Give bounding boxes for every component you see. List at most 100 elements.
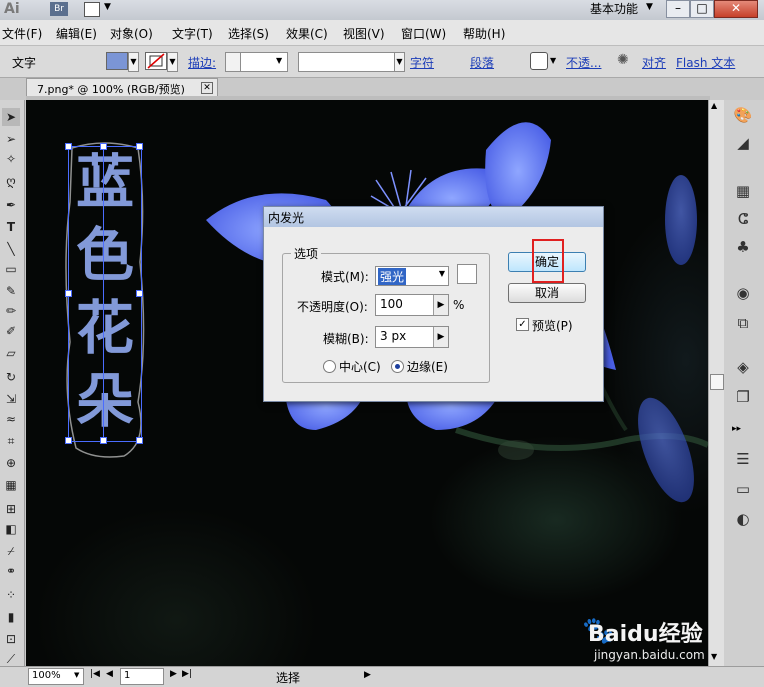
font-family-dropdown[interactable]: ▼ [394, 52, 405, 72]
transparency-panel-icon[interactable]: ◐ [730, 508, 756, 530]
pencil-tool-icon[interactable]: ✏ [2, 302, 20, 320]
color-guide-icon[interactable]: ◢ [730, 132, 756, 154]
stroke-link[interactable]: 描边: [188, 54, 216, 71]
resize-handle[interactable] [136, 143, 143, 150]
blob-brush-tool-icon[interactable]: ✐ [2, 322, 20, 340]
bridge-button[interactable]: Br [50, 2, 68, 16]
scroll-up-arrow[interactable]: ▲ [711, 101, 717, 110]
chevron-down-icon[interactable]: ▼ [550, 56, 556, 65]
chevron-down-icon[interactable]: ▼ [104, 2, 111, 12]
scroll-thumb[interactable] [710, 374, 724, 390]
brushes-panel-icon[interactable]: ⵛ [730, 208, 756, 230]
shape-builder-tool-icon[interactable]: ⊕ [2, 454, 20, 472]
blend-tool-icon[interactable]: ⚭ [2, 562, 20, 580]
workspace-switcher[interactable]: 基本功能 [590, 0, 638, 17]
magic-wand-tool-icon[interactable]: ✧ [2, 150, 20, 168]
document-tab[interactable]: 7.png* @ 100% (RGB/预览) ✕ [26, 78, 218, 97]
resize-handle[interactable] [65, 437, 72, 444]
artboard-tool-icon[interactable]: ⊡ [2, 630, 20, 648]
menu-window[interactable]: 窗口(W) [401, 25, 446, 42]
center-radio[interactable] [323, 360, 336, 373]
gradient-panel-icon[interactable]: ▭ [730, 478, 756, 500]
layers-panel-icon[interactable]: ◈ [730, 356, 756, 378]
chevron-down-icon[interactable]: ▼ [646, 2, 653, 12]
selection-tool-icon[interactable]: ➤ [2, 108, 20, 126]
arrange-docs-icon[interactable] [84, 2, 100, 17]
last-artboard-icon[interactable]: ▶| [182, 669, 192, 679]
stroke-weight-stepper[interactable] [225, 52, 241, 72]
fill-dropdown[interactable]: ▼ [128, 52, 139, 72]
graphic-styles-icon[interactable]: ⧉ [730, 312, 756, 334]
line-tool-icon[interactable]: ╲ [2, 240, 20, 258]
flash-text-link[interactable]: Flash 文本 [676, 54, 735, 71]
pen-tool-icon[interactable]: ✒ [2, 196, 20, 214]
menu-help[interactable]: 帮助(H) [463, 25, 505, 42]
mode-select[interactable]: 强光 ▼ [375, 266, 449, 286]
direct-selection-tool-icon[interactable]: ➢ [2, 130, 20, 148]
panel-collapse-icon[interactable]: ▸▸ [732, 424, 741, 434]
gradient-tool-icon[interactable]: ◧ [2, 520, 20, 538]
scroll-down-arrow[interactable]: ▼ [711, 652, 717, 661]
free-transform-tool-icon[interactable]: ⌗ [2, 432, 20, 450]
maximize-button[interactable]: □ [690, 0, 714, 18]
eraser-tool-icon[interactable]: ▱ [2, 344, 20, 362]
align-link[interactable]: 对齐 [642, 54, 666, 71]
resize-handle[interactable] [136, 290, 143, 297]
stroke-panel-icon[interactable]: ☰ [730, 448, 756, 470]
menu-effect[interactable]: 效果(C) [286, 25, 328, 42]
paragraph-link[interactable]: 段落 [470, 54, 494, 71]
vertical-text-object[interactable]: 蓝 色 花 朵 [64, 142, 146, 458]
mesh-tool-icon[interactable]: ⊞ [2, 500, 20, 518]
opacity-input[interactable]: 100 ▶ [375, 294, 449, 316]
swatches-panel-icon[interactable]: ▦ [730, 180, 756, 202]
eyedropper-tool-icon[interactable]: ⌿ [2, 542, 20, 560]
dialog-title-bar[interactable]: 内发光 [264, 207, 603, 227]
chevron-down-icon[interactable]: ▼ [276, 56, 282, 65]
menu-edit[interactable]: 编辑(E) [56, 25, 97, 42]
perspective-grid-tool-icon[interactable]: ▦ [2, 476, 20, 494]
preview-checkbox[interactable]: ✓ [516, 318, 529, 331]
rotate-tool-icon[interactable]: ↻ [2, 368, 20, 386]
blur-input[interactable]: 3 px ▶ [375, 326, 449, 348]
resize-handle[interactable] [65, 143, 72, 150]
close-icon[interactable]: ✕ [201, 82, 213, 94]
menu-type[interactable]: 文字(T) [172, 25, 213, 42]
close-button[interactable]: ✕ [714, 0, 758, 18]
paintbrush-tool-icon[interactable]: ✎ [2, 282, 20, 300]
stroke-swatch[interactable] [145, 52, 167, 70]
symbol-sprayer-tool-icon[interactable]: ⁘ [2, 586, 20, 604]
scale-tool-icon[interactable]: ⇲ [2, 390, 20, 408]
preview-label[interactable]: 预览(P) [532, 317, 573, 334]
mask-icon[interactable] [530, 52, 548, 70]
menu-select[interactable]: 选择(S) [228, 25, 269, 42]
vertical-scrollbar[interactable]: ▲ ▼ [708, 100, 724, 666]
artboards-panel-icon[interactable]: ❐ [730, 386, 756, 408]
opacity-stepper-icon[interactable]: ▶ [433, 295, 448, 315]
opacity-link[interactable]: 不透... [566, 54, 601, 71]
color-panel-icon[interactable]: 🎨 [730, 104, 756, 126]
prev-artboard-icon[interactable]: ◀ [106, 669, 113, 679]
cancel-button[interactable]: 取消 [508, 283, 586, 303]
lasso-tool-icon[interactable]: ღ [2, 172, 20, 190]
rectangle-tool-icon[interactable]: ▭ [2, 260, 20, 278]
character-link[interactable]: 字符 [410, 54, 434, 71]
font-family-input[interactable] [298, 52, 396, 72]
menu-object[interactable]: 对象(O) [110, 25, 153, 42]
artboard-number-field[interactable]: 1 [120, 668, 164, 685]
status-menu-arrow[interactable]: ▶ [364, 670, 371, 680]
minimize-button[interactable]: – [666, 0, 690, 18]
menu-file[interactable]: 文件(F) [2, 25, 42, 42]
column-graph-tool-icon[interactable]: ▮ [2, 608, 20, 626]
blur-stepper-icon[interactable]: ▶ [433, 327, 448, 347]
edge-radio-label[interactable]: 边缘(E) [407, 358, 448, 375]
appearance-panel-icon[interactable]: ◉ [730, 282, 756, 304]
resize-handle[interactable] [100, 143, 107, 150]
recolor-icon[interactable]: ✺ [617, 52, 629, 68]
current-tool-status[interactable]: 选择 [276, 669, 300, 686]
glow-color-swatch[interactable] [457, 264, 477, 284]
resize-handle[interactable] [100, 437, 107, 444]
symbols-panel-icon[interactable]: ♣ [730, 236, 756, 258]
next-artboard-icon[interactable]: ▶ [170, 669, 177, 679]
type-tool-icon[interactable]: T [2, 218, 20, 236]
menu-view[interactable]: 视图(V) [343, 25, 385, 42]
